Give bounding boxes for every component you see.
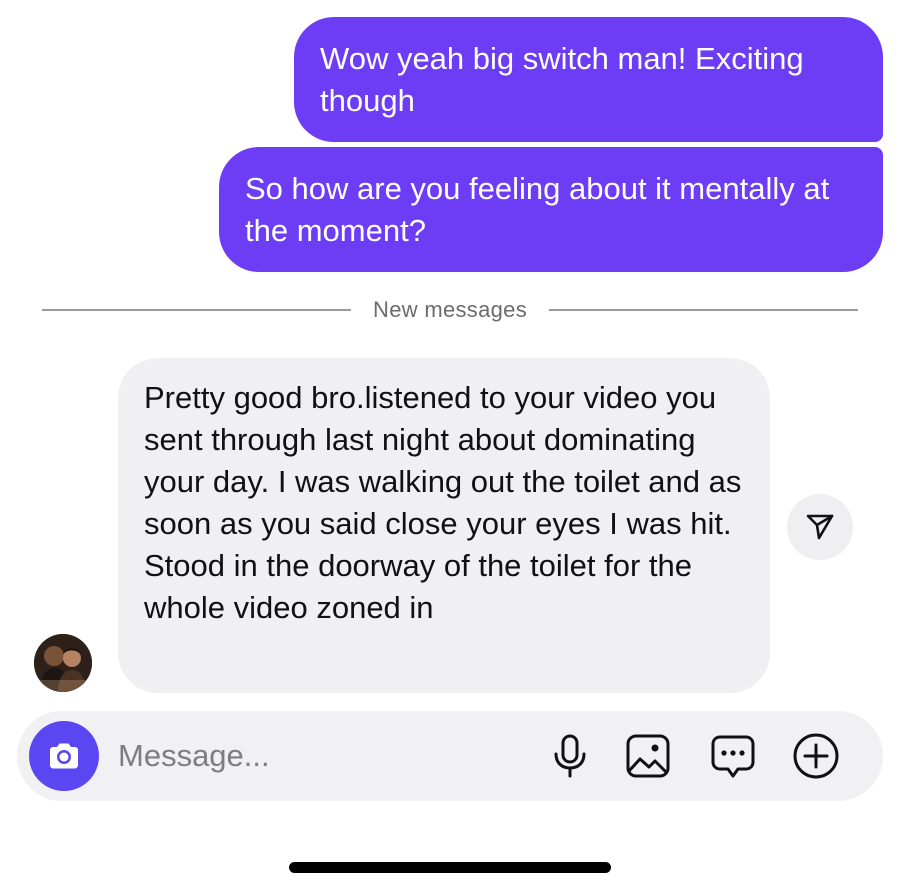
microphone-icon xyxy=(554,734,586,778)
outgoing-message-bubble[interactable]: So how are you feeling about it mentally… xyxy=(219,147,883,272)
gallery-button[interactable] xyxy=(624,732,672,780)
new-messages-divider: New messages xyxy=(42,290,858,330)
camera-button[interactable] xyxy=(29,721,99,791)
microphone-button[interactable] xyxy=(546,732,594,780)
camera-icon xyxy=(50,743,78,769)
divider-line xyxy=(42,309,351,311)
sticker-button[interactable] xyxy=(709,732,757,780)
message-composer xyxy=(17,711,883,801)
chat-bubble-icon xyxy=(711,735,755,778)
paper-plane-icon xyxy=(806,514,834,540)
avatar-photo xyxy=(34,634,92,692)
image-icon xyxy=(626,734,670,778)
new-messages-label: New messages xyxy=(373,297,527,322)
incoming-message-bubble[interactable]: Pretty good bro.listened to your video y… xyxy=(118,358,770,693)
home-indicator[interactable] xyxy=(289,862,611,873)
divider-line xyxy=(549,309,858,311)
avatar[interactable] xyxy=(34,634,92,692)
share-button[interactable] xyxy=(787,494,853,560)
message-input[interactable] xyxy=(118,733,518,779)
chat-screen: Wow yeah big switch man! Exciting though… xyxy=(0,0,900,890)
plus-circle-icon xyxy=(793,733,839,779)
outgoing-message-bubble[interactable]: Wow yeah big switch man! Exciting though xyxy=(294,17,883,142)
add-button[interactable] xyxy=(792,732,840,780)
